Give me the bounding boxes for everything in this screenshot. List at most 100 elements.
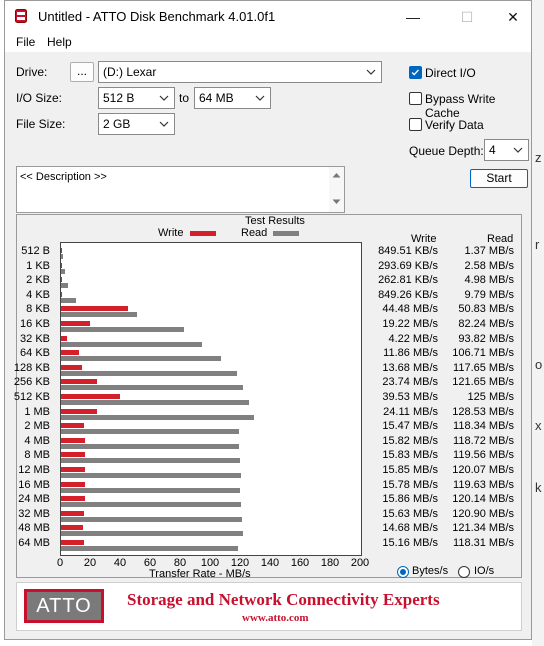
file-size-select[interactable]: 2 GB: [98, 113, 175, 135]
banner-url[interactable]: www.atto.com: [242, 612, 309, 624]
background-text: r: [535, 237, 540, 252]
read-value: 117.65 MB/s: [453, 361, 514, 374]
read-value: 93.82 MB/s: [458, 332, 514, 345]
write-bar: [61, 525, 84, 531]
x-tick-label: 200: [350, 557, 370, 569]
write-bar: [61, 540, 84, 545]
io-size-row-label: 4 KB: [26, 288, 50, 301]
read-value: 119.63 MB/s: [453, 478, 514, 491]
io-size-to-select[interactable]: 64 MB: [194, 87, 271, 109]
scroll-up-icon[interactable]: [332, 172, 341, 178]
bypass-write-cache-checkbox[interactable]: [409, 92, 422, 105]
checkmark-icon: [411, 69, 419, 76]
io-size-row-label: 128 KB: [13, 361, 50, 374]
write-bar: [61, 350, 79, 356]
read-bar: [61, 458, 241, 464]
x-tick-label: 180: [320, 557, 340, 569]
scroll-down-icon[interactable]: [332, 199, 341, 205]
write-value: 44.48 MB/s: [382, 303, 438, 316]
disk-app-icon: [15, 9, 27, 23]
results-panel: Test Results Write Read Write Read 0 20 40…: [13, 214, 522, 580]
io-size-row-label: 2 MB: [24, 420, 50, 433]
write-bar: [61, 321, 90, 326]
write-bar: [61, 291, 63, 297]
read-bar: [61, 502, 242, 508]
write-bar: [61, 437, 85, 443]
write-bar: [61, 335, 68, 341]
benchmark-window: Untitled - ATTO Disk Benchmark 4.01.0f1 …: [4, 0, 532, 640]
write-bar: [61, 481, 85, 487]
read-bar: [61, 473, 242, 478]
read-bar: [61, 268, 65, 274]
description-text: << Description >>: [20, 171, 107, 183]
title-bar[interactable]: Untitled - ATTO Disk Benchmark 4.01.0f1 …: [5, 1, 531, 32]
write-bar: [61, 248, 63, 253]
bytes-per-second-label: Bytes/s: [412, 565, 449, 577]
read-bar: [61, 283, 69, 289]
write-value: 19.22 MB/s: [382, 318, 438, 330]
queue-depth-select[interactable]: 4: [484, 139, 529, 161]
write-bar: [61, 306, 128, 312]
io-size-row-label: 8 KB: [26, 303, 50, 316]
read-value: 125 MB/s: [467, 391, 514, 403]
x-tick-label: 140: [260, 557, 280, 569]
description-scrollbar[interactable]: [329, 167, 344, 212]
io-per-second-label: IO/s: [474, 565, 495, 577]
read-value: 128.53 MB/s: [452, 405, 514, 418]
direct-io-label: Direct I/O: [425, 66, 476, 80]
minimize-button[interactable]: —: [391, 4, 435, 30]
close-button[interactable]: ✕: [491, 4, 535, 30]
maximize-button[interactable]: ☐: [445, 4, 489, 30]
write-bar: [61, 510, 85, 516]
io-size-row-label: 64 KB: [20, 347, 50, 360]
io-size-from-select[interactable]: 512 B: [98, 87, 175, 109]
write-bar: [61, 496, 85, 502]
bar-chart-plot: [60, 242, 362, 556]
read-bar: [61, 341, 202, 347]
io-size-row-label: 8 MB: [24, 449, 50, 462]
write-value: 15.78 MB/s: [382, 478, 438, 491]
chevron-down-icon: [366, 69, 376, 75]
direct-io-checkbox[interactable]: [409, 66, 422, 79]
description-textarea[interactable]: << Description >>: [16, 166, 345, 213]
read-bar: [61, 312, 138, 318]
read-value: 119.56 MB/s: [453, 449, 514, 462]
file-size-value: 2 GB: [103, 117, 131, 131]
read-value: 120.07 MB/s: [452, 464, 514, 476]
browse-button[interactable]: ...: [70, 62, 94, 82]
atto-logo-text: ATTO: [27, 592, 101, 620]
read-value: 9.79 MB/s: [464, 288, 514, 301]
bytes-per-second-radio[interactable]: [397, 566, 409, 578]
drive-select[interactable]: (D:) Lexar: [98, 61, 382, 83]
write-value: 24.11 MB/s: [383, 405, 438, 418]
window-title: Untitled - ATTO Disk Benchmark 4.01.0f1: [38, 9, 276, 24]
write-bar: [61, 379, 97, 385]
atto-banner[interactable]: ATTO Storage and Network Connectivity Ex…: [16, 582, 522, 631]
write-value: 849.26 KB/s: [378, 288, 438, 301]
io-size-row-label: 1 KB: [26, 259, 50, 272]
io-size-row-label: 2 KB: [26, 274, 50, 287]
read-bar: [61, 443, 240, 449]
verify-data-label: Verify Data: [425, 118, 484, 132]
verify-data-checkbox[interactable]: [409, 118, 422, 131]
io-size-label: I/O Size:: [16, 91, 63, 105]
read-value: 1.37 MB/s: [464, 245, 514, 257]
file-size-label: File Size:: [16, 117, 66, 131]
x-axis-label: Transfer Rate - MB/s: [149, 568, 251, 580]
read-value: 4.98 MB/s: [464, 274, 514, 287]
queue-depth-value: 4: [489, 143, 496, 157]
read-bar: [61, 327, 185, 332]
write-value: 4.22 MB/s: [388, 332, 438, 345]
read-value: 2.58 MB/s: [464, 259, 514, 272]
drive-label: Drive:: [16, 65, 48, 79]
io-size-row-label: 24 MB: [18, 493, 50, 506]
write-value: 15.63 MB/s: [382, 507, 438, 520]
io-per-second-radio[interactable]: [458, 566, 470, 578]
chevron-down-icon: [513, 147, 523, 153]
io-size-row-label: 1 MB: [24, 405, 50, 418]
menu-file[interactable]: File: [16, 35, 35, 49]
start-button[interactable]: Start: [470, 169, 528, 188]
read-value: 118.31 MB/s: [453, 537, 514, 549]
read-bar: [61, 356, 222, 362]
menu-help[interactable]: Help: [47, 35, 72, 49]
